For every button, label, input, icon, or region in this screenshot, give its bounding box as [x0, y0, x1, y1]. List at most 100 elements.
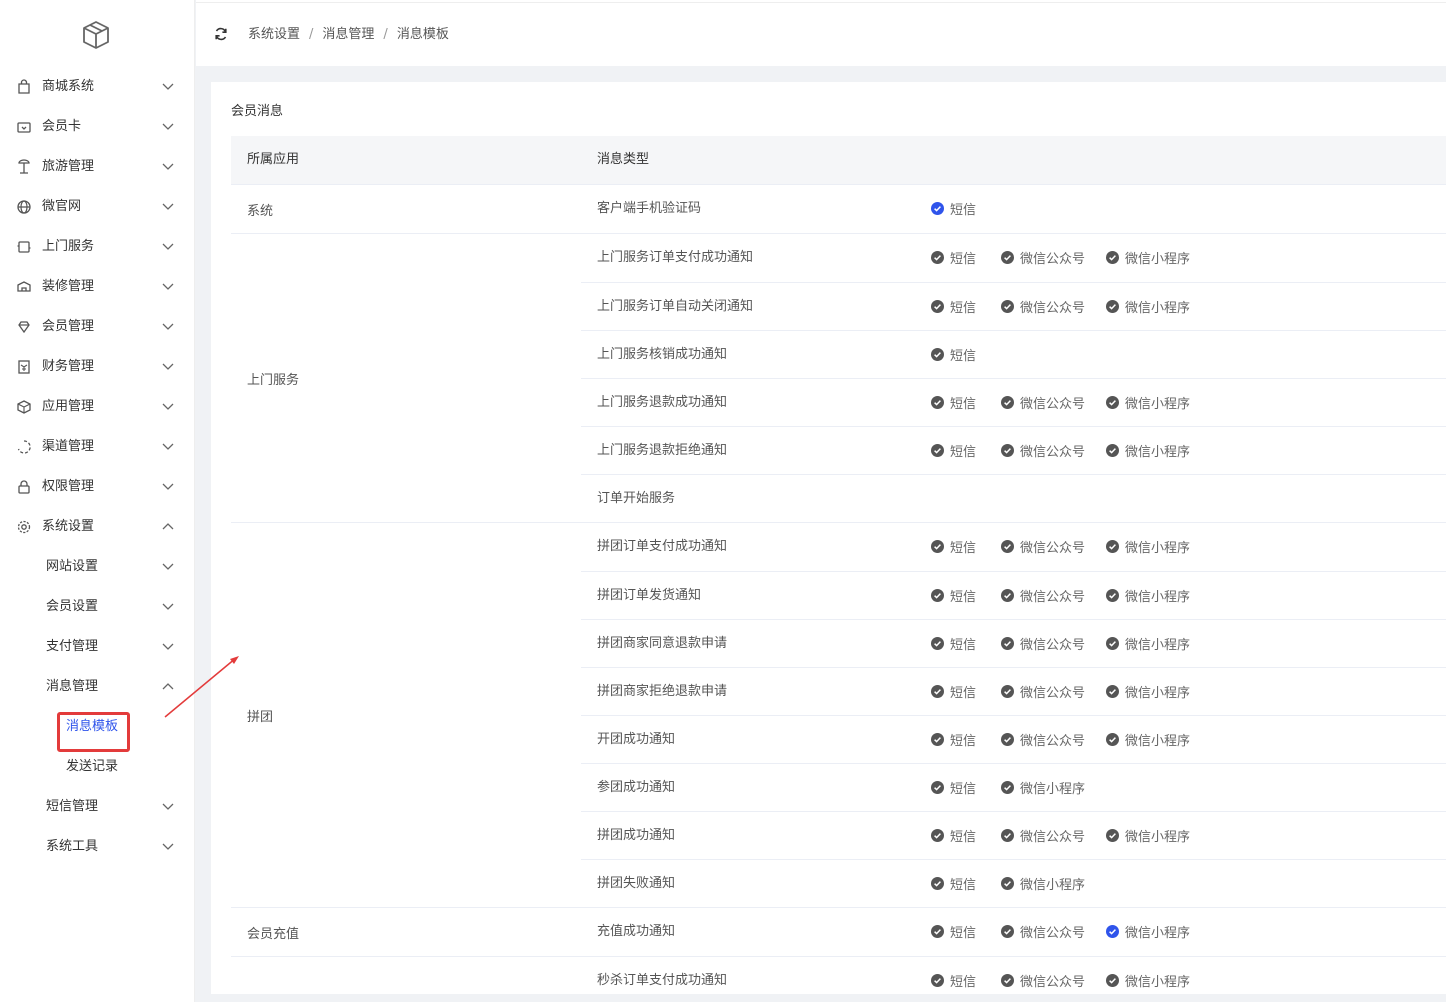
- chevron-down-icon[interactable]: [162, 362, 174, 372]
- sidebar-sub-item[interactable]: 网站设置: [0, 547, 195, 587]
- table-row: 拼团失败通知 短信 微信小程序: [581, 859, 1446, 907]
- channel-checkbox[interactable]: 短信: [931, 427, 976, 474]
- sidebar-item[interactable]: 上门服务: [0, 227, 195, 267]
- channel-checkbox[interactable]: 短信: [931, 331, 976, 378]
- breadcrumb-item[interactable]: 系统设置: [248, 27, 300, 42]
- channel-checkbox[interactable]: 微信公众号: [1001, 379, 1085, 426]
- table-header: 所属应用 消息类型: [231, 136, 1446, 184]
- channel-checkbox[interactable]: 短信: [931, 620, 976, 667]
- channel-checkbox[interactable]: 微信公众号: [1001, 716, 1085, 763]
- channel-checkbox[interactable]: 短信: [931, 185, 976, 232]
- sidebar-item[interactable]: 微官网: [0, 187, 195, 227]
- sidebar-sub-item[interactable]: 系统工具: [0, 827, 195, 867]
- sidebar-item[interactable]: 装修管理: [0, 267, 195, 307]
- channel-checkbox[interactable]: 微信公众号: [1001, 668, 1085, 715]
- channel-checkbox[interactable]: 微信小程序: [1106, 812, 1190, 859]
- chevron-down-icon[interactable]: [162, 82, 174, 92]
- channel-checkbox[interactable]: 微信公众号: [1001, 812, 1085, 859]
- chevron-up-icon[interactable]: [162, 522, 174, 532]
- channel-label: 短信: [950, 203, 977, 218]
- channel-checkbox[interactable]: 微信小程序: [1106, 572, 1190, 619]
- chevron-down-icon[interactable]: [162, 162, 174, 172]
- chevron-down-icon[interactable]: [162, 482, 174, 492]
- sidebar-item[interactable]: 应用管理: [0, 387, 195, 427]
- channel-checkbox[interactable]: 微信公众号: [1001, 283, 1085, 330]
- check-circle-icon: [931, 444, 944, 457]
- chevron-down-icon[interactable]: [162, 602, 174, 612]
- channel-checkbox[interactable]: 微信公众号: [1001, 234, 1085, 281]
- chevron-down-icon[interactable]: [162, 802, 174, 812]
- chevron-down-icon[interactable]: [162, 282, 174, 292]
- channel-checkbox[interactable]: 短信: [931, 523, 976, 570]
- channel-checkbox[interactable]: 微信小程序: [1106, 908, 1190, 955]
- channel-checkbox[interactable]: 微信公众号: [1001, 523, 1085, 570]
- chevron-down-icon[interactable]: [162, 122, 174, 132]
- channel-checkbox[interactable]: 微信小程序: [1106, 957, 1190, 994]
- table-row: 秒杀订单支付成功通知 短信 微信公众号 微信小程序: [581, 957, 1446, 994]
- sidebar-item[interactable]: 会员卡: [0, 107, 195, 147]
- channel-checkbox[interactable]: 短信: [931, 957, 976, 994]
- message-type-cell: 上门服务订单支付成功通知: [597, 250, 754, 265]
- refresh-icon[interactable]: [214, 27, 228, 41]
- channel-checkbox[interactable]: 微信公众号: [1001, 908, 1085, 955]
- channel-checkbox[interactable]: 微信小程序: [1106, 379, 1190, 426]
- channel-checkbox[interactable]: 微信小程序: [1001, 764, 1085, 811]
- channel-checkbox[interactable]: 微信公众号: [1001, 572, 1085, 619]
- chevron-down-icon[interactable]: [162, 322, 174, 332]
- sidebar-leaf-item-label: 发送记录: [66, 759, 119, 774]
- app-cell: 上门服务: [247, 372, 300, 388]
- group-rows: 秒杀订单支付成功通知 短信 微信公众号 微信小程序: [581, 957, 1446, 994]
- channel-checkbox[interactable]: 微信小程序: [1106, 234, 1190, 281]
- channel-checkbox[interactable]: 微信小程序: [1106, 283, 1190, 330]
- sidebar-item[interactable]: 旅游管理: [0, 147, 195, 187]
- chevron-down-icon[interactable]: [162, 242, 174, 252]
- channel-checkbox[interactable]: 微信小程序: [1106, 620, 1190, 667]
- sidebar-item-label: 会员卡: [42, 119, 82, 134]
- channel-checkbox[interactable]: 微信小程序: [1106, 523, 1190, 570]
- channel-checkbox[interactable]: 短信: [931, 716, 976, 763]
- check-circle-icon: [1001, 685, 1014, 698]
- channel-label: 短信: [950, 590, 977, 605]
- breadcrumb-item[interactable]: 消息管理: [322, 27, 374, 42]
- sidebar-item[interactable]: 会员管理: [0, 307, 195, 347]
- sidebar-sub-item[interactable]: 短信管理: [0, 787, 195, 827]
- channel-checkbox[interactable]: 短信: [931, 908, 976, 955]
- channel-checkbox[interactable]: 短信: [931, 812, 976, 859]
- sidebar-item[interactable]: 财务管理: [0, 347, 195, 387]
- channel-checkbox[interactable]: 短信: [931, 860, 976, 907]
- sidebar-item[interactable]: 权限管理: [0, 467, 195, 507]
- channel-checkbox[interactable]: 微信公众号: [1001, 620, 1085, 667]
- decoration-icon: [17, 281, 31, 292]
- channel-checkbox[interactable]: 短信: [931, 283, 976, 330]
- channel-checkbox[interactable]: 微信公众号: [1001, 427, 1085, 474]
- channel-checkbox[interactable]: 微信小程序: [1001, 860, 1085, 907]
- chevron-down-icon[interactable]: [162, 842, 174, 852]
- channel-checkbox[interactable]: 微信公众号: [1001, 957, 1085, 994]
- chevron-down-icon[interactable]: [162, 202, 174, 212]
- sidebar-item[interactable]: 渠道管理: [0, 427, 195, 467]
- cube-icon[interactable]: [82, 20, 110, 50]
- sidebar-sub-item[interactable]: 会员设置: [0, 587, 195, 627]
- channel-checkbox[interactable]: 短信: [931, 668, 976, 715]
- group-rows: 拼团订单支付成功通知 短信 微信公众号 微信小程序 拼团订单发货通知 短信 微信公众号 微信小…: [581, 523, 1446, 907]
- chevron-down-icon[interactable]: [162, 642, 174, 652]
- chevron-down-icon[interactable]: [162, 402, 174, 412]
- sidebar-item-label: 渠道管理: [42, 439, 95, 454]
- chevron-down-icon[interactable]: [162, 442, 174, 452]
- channel-label: 微信小程序: [1125, 252, 1191, 267]
- channel-checkbox[interactable]: 短信: [931, 764, 976, 811]
- check-circle-icon: [1106, 829, 1119, 842]
- channel-checkbox[interactable]: 短信: [931, 379, 976, 426]
- chevron-down-icon[interactable]: [162, 562, 174, 572]
- channel-checkbox[interactable]: 微信小程序: [1106, 427, 1190, 474]
- annotation-arrow-icon: [164, 656, 239, 718]
- sidebar-item[interactable]: 商城系统: [0, 67, 195, 107]
- sidebar-leaf-item[interactable]: 发送记录: [0, 747, 195, 787]
- sidebar-item[interactable]: 系统设置: [0, 507, 195, 547]
- channel-checkbox[interactable]: 微信小程序: [1106, 668, 1190, 715]
- channel-checkbox[interactable]: 微信小程序: [1106, 716, 1190, 763]
- table-group: 拼团 拼团订单支付成功通知 短信 微信公众号 微信小程序 拼团订单发货通知 短信 微信公众号微…: [231, 522, 1446, 907]
- channel-checkbox[interactable]: 短信: [931, 234, 976, 281]
- message-type-cell: 拼团订单支付成功通知: [597, 539, 728, 554]
- channel-checkbox[interactable]: 短信: [931, 572, 976, 619]
